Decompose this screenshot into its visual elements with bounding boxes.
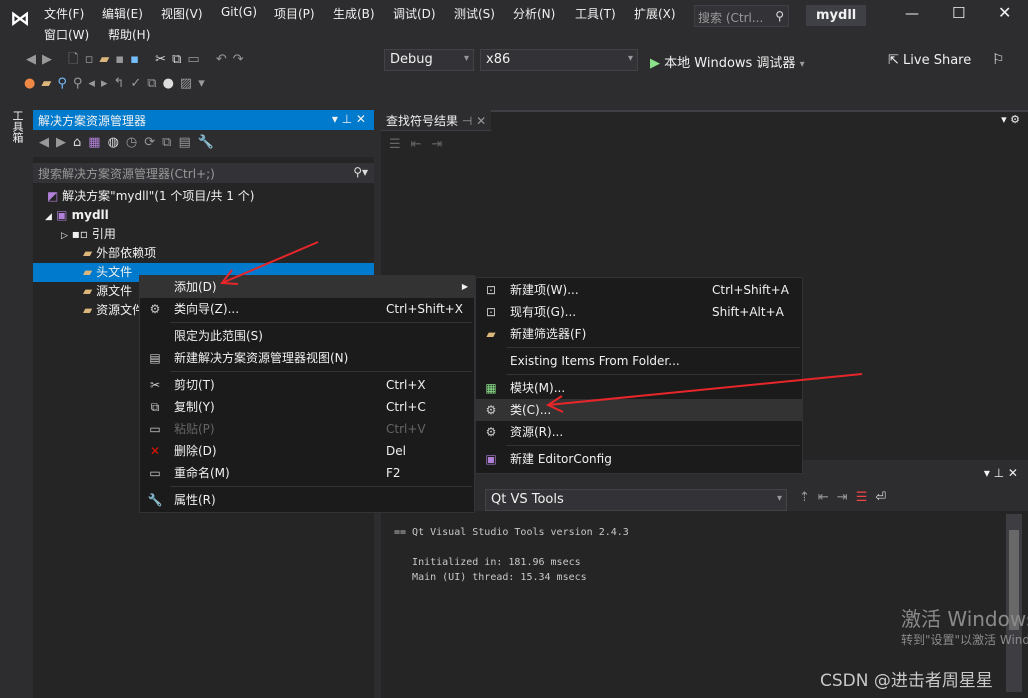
red-arrow-class [545, 373, 863, 413]
annotation-layer [220, 241, 863, 413]
red-arrow-add [220, 241, 319, 285]
